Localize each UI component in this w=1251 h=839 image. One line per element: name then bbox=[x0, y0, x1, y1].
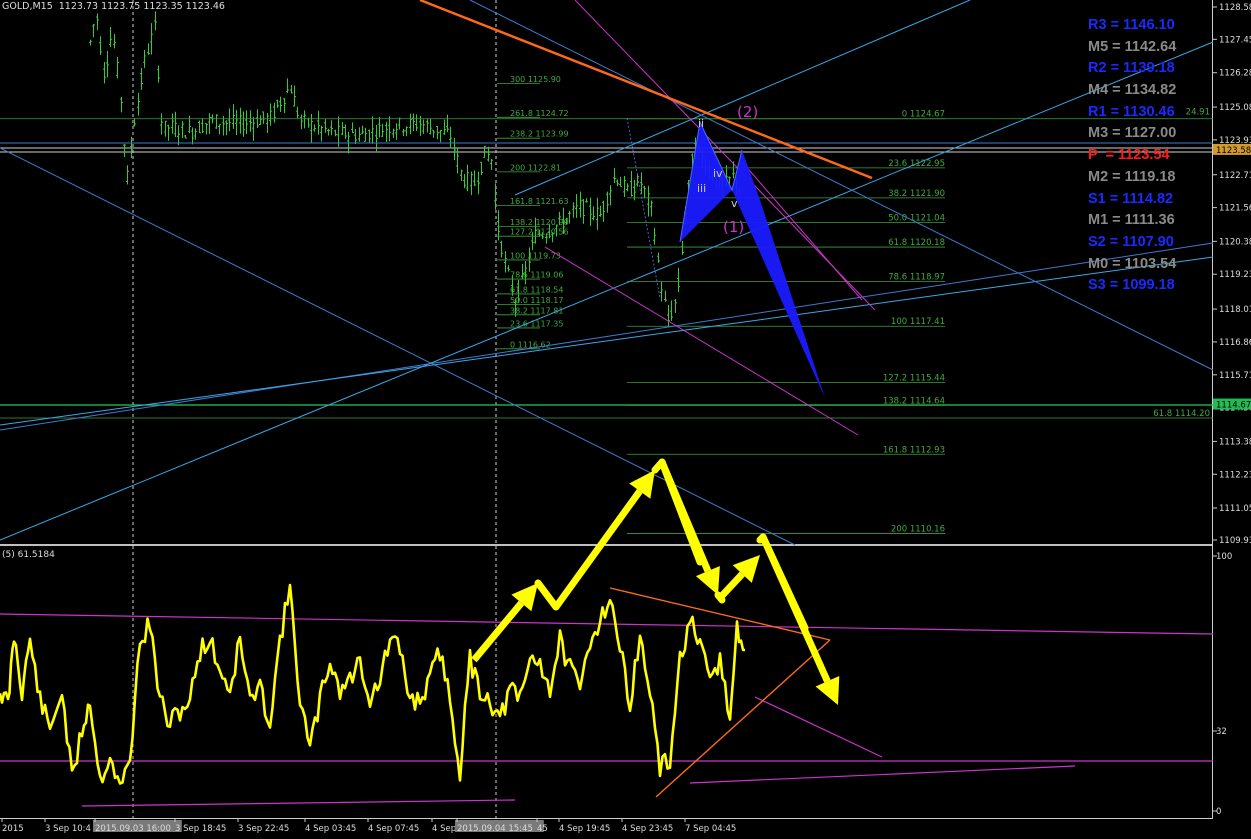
fib-left-label: 261.8 1124.72 bbox=[510, 109, 569, 118]
time-tick-label: 4 Sep bbox=[432, 824, 456, 834]
wave-pattern bbox=[732, 150, 825, 398]
indicator-header: (5) 61.5184 bbox=[2, 550, 55, 560]
pivot-level-m4: M4 = 1134.82 bbox=[1088, 82, 1177, 99]
fib-left-label: 50.0 1118.17 bbox=[510, 296, 563, 305]
pivot-level-s2: S2 = 1107.90 bbox=[1088, 233, 1174, 250]
fib-left-label: 38.2 1117.81 bbox=[510, 306, 563, 315]
arrow-shaft bbox=[715, 571, 745, 603]
time-tick-label: 7 Sep 04:45 bbox=[685, 824, 736, 834]
pivot-level-s1: S1 = 1114.82 bbox=[1088, 190, 1174, 207]
pivot-levels-panel: R3 = 1146.10 M5 = 1142.64 R2 = 1139.18 M4 =… bbox=[1088, 15, 1238, 297]
pivot-level-r2: R2 = 1139.18 bbox=[1088, 60, 1175, 77]
indicator-level-line bbox=[81, 799, 516, 807]
marked-price-label: 1114.67 bbox=[1216, 401, 1251, 411]
time-tick-label: 4 Sep 19:45 bbox=[559, 824, 610, 834]
pivot-level-m2: M2 = 1119.18 bbox=[1088, 168, 1176, 185]
fib-right-label: 0 1124.67 bbox=[902, 110, 945, 120]
arrow-segment bbox=[534, 579, 560, 611]
price-candles bbox=[89, 11, 741, 327]
trend-line bbox=[544, 246, 859, 436]
price-tick-label: 1118.01 bbox=[1219, 305, 1251, 315]
time-tick-label: 2015.09.03 16:00 bbox=[95, 824, 171, 834]
wave-2-label: (2) bbox=[737, 103, 758, 121]
pivot-level-m3: M3 = 1127.00 bbox=[1088, 125, 1177, 142]
wave-ii-label: ii bbox=[698, 117, 704, 130]
fib-right-label: 38.2 1121.90 bbox=[888, 189, 945, 199]
fib-left-label: 200 1122.81 bbox=[510, 163, 561, 172]
indicator-tick-label: 32 bbox=[1216, 727, 1227, 737]
fib-left-label: 78.6 1119.06 bbox=[510, 271, 563, 280]
chart-canvas[interactable]: 300 1125.90 261.8 1124.72 238.2 1123.99 200… bbox=[0, 0, 1251, 835]
fib-right-label: 200 1110.16 bbox=[891, 524, 945, 534]
pivot-level-r3: R3 = 1146.10 bbox=[1088, 17, 1175, 33]
indicator-pane bbox=[0, 583, 1214, 807]
wave-iv-label: iv bbox=[713, 167, 723, 180]
time-tick-label: 2015.09.04 15:45 bbox=[457, 824, 533, 834]
trend-line bbox=[0, 147, 796, 546]
time-tick-label: 3 Sep 10:4 bbox=[45, 824, 91, 834]
arrow-shaft bbox=[471, 600, 525, 663]
fib-right-label: 138.2 1114.64 bbox=[883, 396, 945, 406]
indicator-level-line bbox=[689, 765, 1076, 784]
wave-iii-label: iii bbox=[697, 182, 706, 195]
time-tick-label: 4 Sep 23:45 bbox=[622, 824, 673, 834]
indicator-tick-label: 100 bbox=[1216, 552, 1232, 562]
pivot-level-m0: M0 = 1103.54 bbox=[1088, 255, 1177, 272]
trend-lines[interactable] bbox=[0, 0, 1214, 546]
time-tick-label: 4 Sep 07:45 bbox=[368, 824, 419, 834]
fib-right-label: 61.8 1120.18 bbox=[888, 238, 945, 248]
price-tick-label: 1128.58 bbox=[1219, 3, 1251, 13]
arrow-shaft bbox=[658, 460, 712, 573]
pivot-level-s3: S3 = 1099.18 bbox=[1088, 277, 1175, 294]
fib-left-label: 138.2 1120.90 bbox=[510, 218, 569, 227]
chart-header: GOLD,M15 1123.73 1123.75 1123.35 1123.46 bbox=[2, 1, 225, 12]
fib-left-label: 161.8 1121.63 bbox=[510, 197, 569, 206]
indicator-level-line bbox=[0, 613, 1214, 635]
time-tick-label: 3 Sep 22:45 bbox=[238, 824, 289, 834]
fib-left-label: 100 1119.73 bbox=[510, 251, 561, 260]
fib-left-label: 238.2 1123.99 bbox=[510, 130, 569, 139]
indicator-tick-label: 0 bbox=[1216, 807, 1221, 817]
indicator-trend-line bbox=[655, 639, 831, 798]
time-tick-label: 45 bbox=[537, 824, 548, 834]
time-tick-label: 4 Sep 03:45 bbox=[305, 824, 356, 834]
trend-line-orange bbox=[419, 0, 873, 180]
chart-grid bbox=[0, 0, 1213, 819]
price-tick-label: 1112.23 bbox=[1219, 470, 1251, 480]
pivot-level-m5: M5 = 1142.64 bbox=[1088, 38, 1177, 55]
trend-line bbox=[0, 256, 1214, 426]
fib-right-label: 127.2 1115.44 bbox=[883, 374, 945, 384]
wave-1-label: (1) bbox=[723, 218, 744, 236]
time-tick-label: 3 Sep 18:45 bbox=[175, 824, 226, 834]
time-tick-label: 2015 bbox=[2, 824, 24, 834]
fib-extra-label: 61.8 1114.20 bbox=[1153, 409, 1210, 419]
price-tick-label: 1115.71 bbox=[1219, 371, 1251, 381]
fib-right-label: 100 1117.41 bbox=[891, 317, 945, 327]
arrow-shaft bbox=[553, 489, 643, 610]
fib-left-label: 300 1125.90 bbox=[510, 75, 561, 84]
price-tick-label: 1111.05 bbox=[1219, 504, 1251, 514]
price-tick-label: 1109.93 bbox=[1219, 536, 1251, 546]
fib-left-label: 61.8 1118.54 bbox=[510, 285, 563, 294]
trend-line bbox=[0, 41, 1214, 541]
fib-left-label: 127.2 1120.56 bbox=[510, 228, 569, 237]
trend-line bbox=[0, 242, 1214, 431]
price-tick-label: 1113.38 bbox=[1219, 437, 1251, 447]
indicator-level-line bbox=[754, 696, 883, 758]
pivot-level-p: P = 1123.54 bbox=[1088, 147, 1170, 164]
pivot-level-m1: M1 = 1111.36 bbox=[1088, 212, 1175, 229]
fib-right-label: 161.8 1112.93 bbox=[883, 445, 945, 455]
fib-right-label: 78.6 1118.97 bbox=[888, 273, 945, 283]
pivot-level-r1: R1 = 1130.46 bbox=[1088, 103, 1175, 120]
trading-chart-window[interactable]: 300 1125.90 261.8 1124.72 238.2 1123.99 200… bbox=[0, 0, 1251, 835]
arrow-shaft bbox=[759, 535, 831, 683]
oscillator-line bbox=[0, 583, 746, 785]
wave-v-label: v bbox=[731, 197, 738, 210]
price-tick-label: 1116.86 bbox=[1219, 338, 1251, 348]
